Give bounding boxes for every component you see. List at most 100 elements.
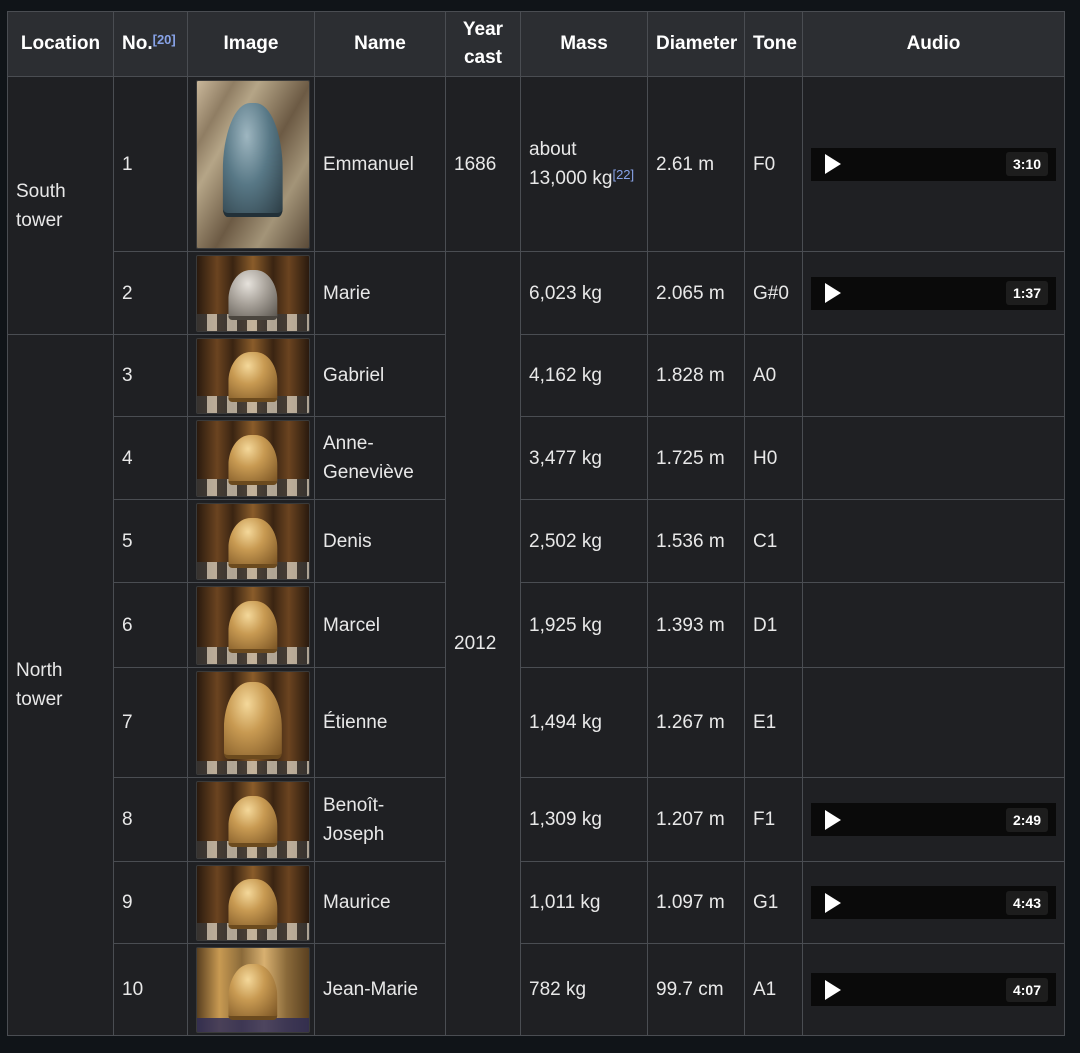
page-frame: Location No.[20] Image Name Year cast Mas…	[0, 0, 1080, 1053]
bell-photo[interactable]	[196, 419, 310, 497]
bell-tone: F1	[744, 777, 803, 862]
bell-photo[interactable]	[196, 337, 310, 414]
audio-cell	[802, 667, 1065, 778]
image-cell[interactable]	[187, 777, 315, 862]
bell-tone: G#0	[744, 251, 803, 335]
bell-tone: A1	[744, 943, 803, 1036]
table-row: 2 Marie 2012 6,023 kg 2.065 m G#0 1:37	[8, 251, 1065, 1036]
bell-name: Emmanuel	[314, 76, 446, 252]
image-cell[interactable]	[187, 499, 315, 583]
image-cell[interactable]	[187, 76, 315, 252]
header-mass[interactable]: Mass	[520, 11, 648, 77]
table-row: 9 Maurice 1,011 kg 1.097 m G1 4:43	[8, 861, 1065, 944]
bell-number: 1	[113, 76, 188, 252]
audio-cell: 1:37	[802, 251, 1065, 335]
bell-photo[interactable]	[196, 79, 310, 249]
table-row: 6 Marcel 1,925 kg 1.393 m D1	[8, 582, 1065, 668]
bell-photo[interactable]	[196, 864, 310, 941]
bell-photo[interactable]	[196, 670, 310, 775]
bell-number: 2	[113, 251, 188, 335]
bell-name: Gabriel	[314, 334, 446, 417]
header-location[interactable]: Location	[7, 11, 114, 77]
header-diameter[interactable]: Diameter	[647, 11, 745, 77]
bell-name: Marcel	[314, 582, 446, 668]
play-icon[interactable]	[825, 979, 841, 1000]
bell-mass: 6,023 kg	[520, 251, 648, 335]
header-tone[interactable]: Tone	[744, 11, 803, 77]
bell-diameter: 2.61 m	[647, 76, 745, 252]
audio-player[interactable]: 2:49	[811, 803, 1056, 836]
play-icon[interactable]	[825, 809, 841, 830]
audio-player[interactable]: 4:43	[811, 886, 1056, 919]
bell-mass: 1,011 kg	[520, 861, 648, 944]
bell-diameter: 1.725 m	[647, 416, 745, 500]
bell-number: 5	[113, 499, 188, 583]
bell-number: 3	[113, 334, 188, 417]
audio-cell	[802, 499, 1065, 583]
play-icon[interactable]	[825, 892, 841, 913]
bell-mass: 1,494 kg	[520, 667, 648, 778]
bell-number: 6	[113, 582, 188, 668]
audio-cell: 4:43	[802, 861, 1065, 944]
bell-name: Marie	[314, 251, 446, 335]
header-year-cast[interactable]: Year cast	[445, 11, 521, 77]
year-cast-emmanuel: 1686	[445, 76, 521, 252]
bell-name: Anne- Geneviève	[314, 416, 446, 500]
play-icon[interactable]	[825, 283, 841, 303]
bell-tone: H0	[744, 416, 803, 500]
audio-duration: 4:07	[1005, 977, 1048, 1002]
bell-photo[interactable]	[196, 946, 310, 1033]
bell-diameter: 99.7 cm	[647, 943, 745, 1036]
bell-mass: 2,502 kg	[520, 499, 648, 583]
image-cell[interactable]	[187, 416, 315, 500]
bell-diameter: 1.536 m	[647, 499, 745, 583]
image-cell[interactable]	[187, 582, 315, 668]
bell-name: Benoît- Joseph	[314, 777, 446, 862]
audio-cell: 2:49	[802, 777, 1065, 862]
header-name[interactable]: Name	[314, 11, 446, 77]
bell-photo[interactable]	[196, 502, 310, 580]
table-row: North tower 3 Gabriel 4,162 kg 1.828 m A0	[7, 334, 1065, 1036]
image-cell[interactable]	[187, 334, 315, 417]
audio-cell	[802, 582, 1065, 668]
bell-photo[interactable]	[196, 780, 310, 859]
bell-mass: 782 kg	[520, 943, 648, 1036]
bell-diameter: 1.828 m	[647, 334, 745, 417]
bell-tone: E1	[744, 667, 803, 778]
audio-player[interactable]: 3:10	[811, 147, 1056, 181]
image-cell[interactable]	[187, 667, 315, 778]
bell-name: Maurice	[314, 861, 446, 944]
bell-diameter: 2.065 m	[647, 251, 745, 335]
header-no[interactable]: No.[20]	[113, 11, 188, 77]
location-cell-north: North tower	[7, 334, 114, 1036]
bell-photo[interactable]	[196, 254, 310, 332]
audio-cell	[802, 334, 1065, 417]
table-row: 8 Benoît- Joseph 1,309 kg 1.207 m F1 2:49	[8, 777, 1065, 862]
bell-number: 9	[113, 861, 188, 944]
bell-diameter: 1.097 m	[647, 861, 745, 944]
bell-tone: G1	[744, 861, 803, 944]
bell-photo[interactable]	[196, 585, 310, 665]
bell-name: Étienne	[314, 667, 446, 778]
image-cell[interactable]	[187, 251, 315, 335]
table-row: 4 Anne- Geneviève 3,477 kg 1.725 m H0	[8, 416, 1065, 500]
bell-diameter: 1.393 m	[647, 582, 745, 668]
reference-link[interactable]: [22]	[612, 167, 634, 182]
header-row: Location No.[20] Image Name Year cast Mas…	[7, 11, 1065, 77]
image-cell[interactable]	[187, 861, 315, 944]
audio-player[interactable]: 1:37	[811, 276, 1056, 310]
reference-link[interactable]: [20]	[153, 32, 176, 47]
play-icon[interactable]	[825, 154, 841, 174]
bell-name: Jean-Marie	[314, 943, 446, 1036]
image-cell[interactable]	[187, 943, 315, 1036]
bell-mass: 1,309 kg	[520, 777, 648, 862]
bells-table: Location No.[20] Image Name Year cast Mas…	[7, 11, 1065, 1036]
bell-name: Denis	[314, 499, 446, 583]
audio-player[interactable]: 4:07	[811, 973, 1056, 1006]
audio-duration: 3:10	[1005, 152, 1048, 176]
bell-mass: 1,925 kg	[520, 582, 648, 668]
audio-duration: 2:49	[1005, 807, 1048, 832]
audio-cell	[802, 416, 1065, 500]
bell-mass: 3,477 kg	[520, 416, 648, 500]
bell-number: 4	[113, 416, 188, 500]
